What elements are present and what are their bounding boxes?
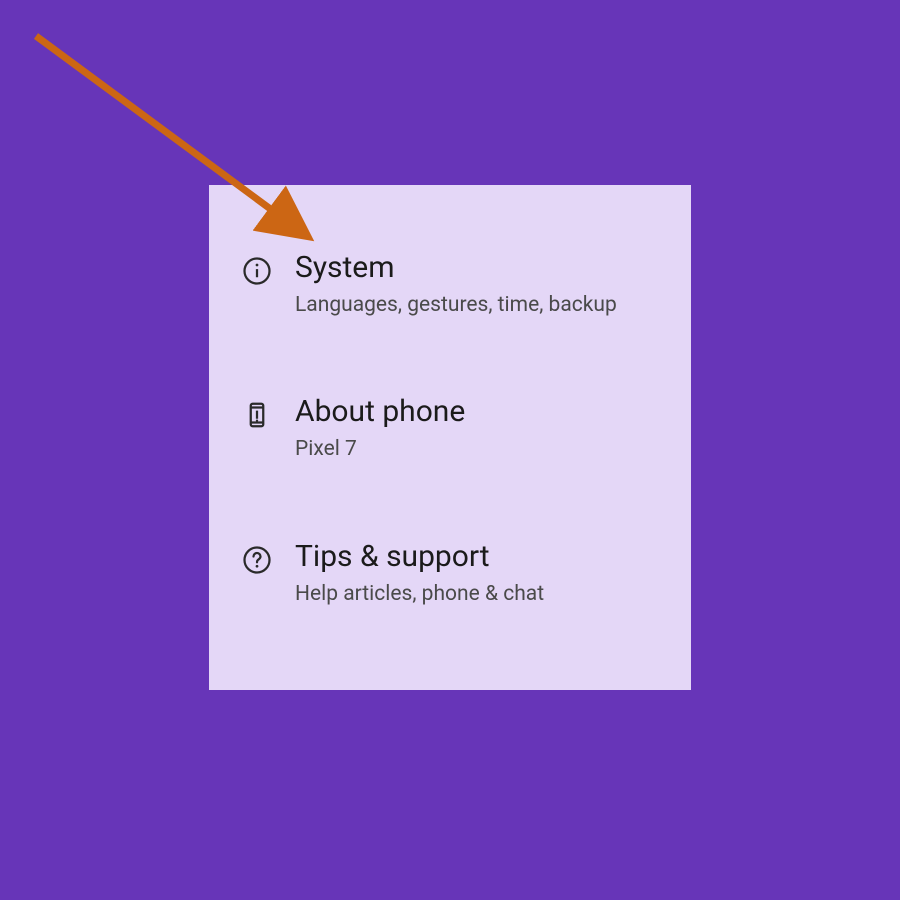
info-icon (233, 250, 281, 286)
settings-panel: System Languages, gestures, time, backup… (209, 185, 691, 690)
settings-item-subtitle: Languages, gestures, time, backup (295, 292, 667, 319)
settings-item-system[interactable]: System Languages, gestures, time, backup (209, 230, 691, 339)
phone-icon (233, 394, 281, 430)
settings-item-about-phone[interactable]: About phone Pixel 7 (209, 374, 691, 483)
settings-item-tips-support[interactable]: Tips & support Help articles, phone & ch… (209, 519, 691, 628)
settings-item-title: System (295, 250, 667, 286)
settings-item-title: Tips & support (295, 539, 667, 575)
settings-item-subtitle: Help articles, phone & chat (295, 581, 667, 608)
help-icon (233, 539, 281, 575)
settings-item-title: About phone (295, 394, 667, 430)
settings-item-subtitle: Pixel 7 (295, 436, 667, 463)
